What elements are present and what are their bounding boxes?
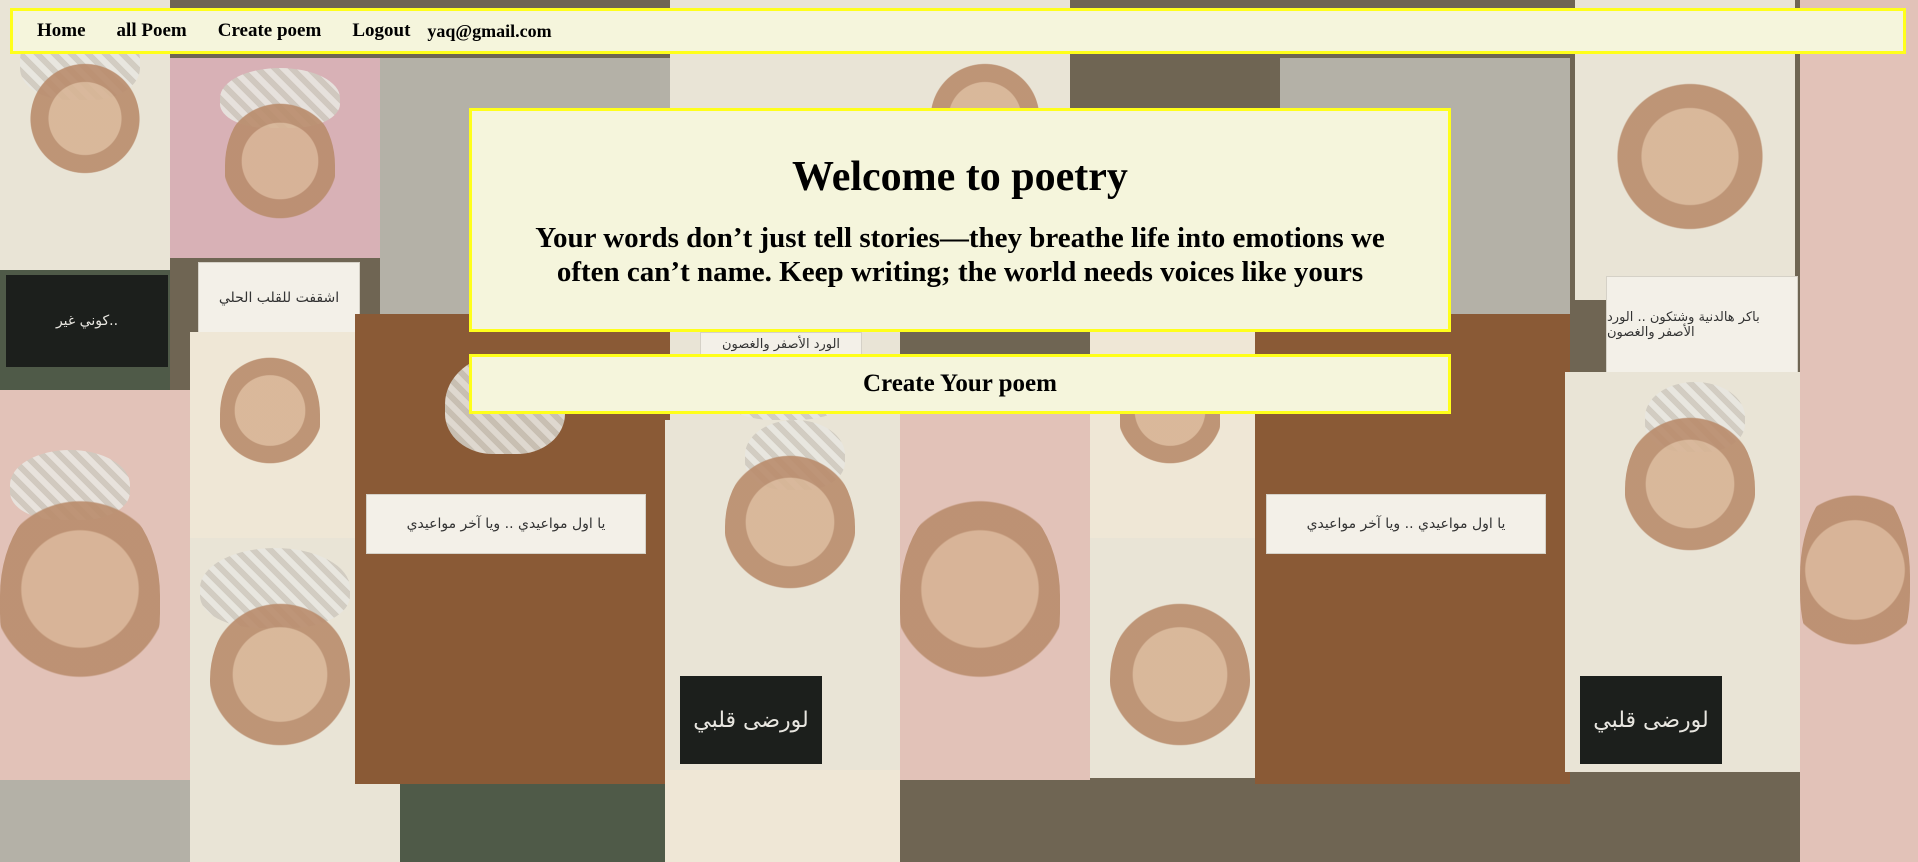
collage-photo [0,780,190,862]
collage-photo [190,778,400,862]
collage-photo [170,58,380,258]
collage-note: يا اول مواعيدي .. ويا آخر مواعيدي [1266,494,1546,554]
nav-all-poem-link[interactable]: all Poem [117,20,187,42]
collage-photo [190,332,360,538]
welcome-message: Your words don’t just tell stories—they … [535,222,1385,288]
collage-photo [1090,538,1260,778]
user-email: yaq@gmail.com [427,20,552,41]
collage-photo [665,770,900,862]
collage-photo [1800,0,1918,862]
nav-home-link[interactable]: Home [37,20,86,42]
collage-photo [190,538,360,778]
collage-note: كوني غير.. [6,275,168,367]
welcome-title: Welcome to poetry [792,154,1128,200]
collage-photo [900,390,1090,780]
create-your-poem-button[interactable]: Create Your poem [469,354,1451,414]
top-nav: Home all Poem Create poem Logout yaq@gma… [10,8,1906,54]
collage-note: يا اول مواعيدي .. ويا آخر مواعيدي [366,494,646,554]
collage-photo [0,390,190,780]
collage-note: الورد الأصفر والغصون [700,332,862,356]
collage-note: لورضى قلبي [680,676,822,764]
collage-note: باكر هالدنية وشتكون .. الورد الأصفر والغ… [1606,276,1798,374]
collage-photo [400,784,670,862]
welcome-panel: Welcome to poetry Your words don’t just … [469,108,1451,332]
collage-note: لورضى قلبي [1580,676,1722,764]
nav-logout-link[interactable]: Logout [352,20,410,42]
nav-create-poem-link[interactable]: Create poem [218,20,322,42]
collage-note: اشقفت للقلب الحلي [198,262,360,334]
